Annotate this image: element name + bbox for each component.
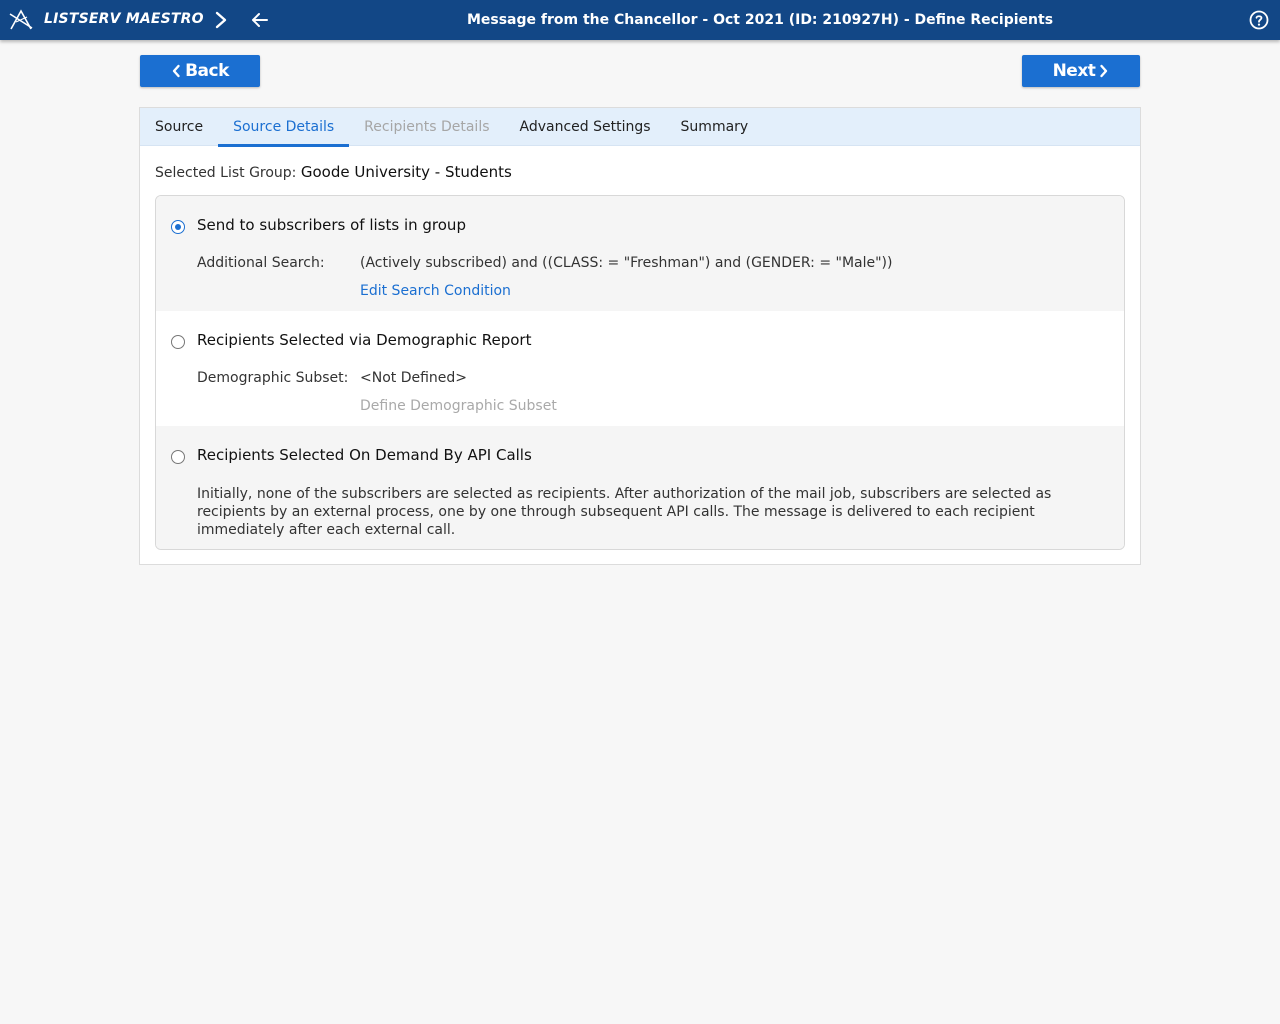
back-button[interactable]: Back bbox=[140, 55, 260, 87]
option-title[interactable]: Send to subscribers of lists in group bbox=[197, 216, 466, 234]
additional-search-value: (Actively subscribed) and ((CLASS: = "Fr… bbox=[360, 255, 893, 271]
recipient-options: Send to subscribers of lists in group Ad… bbox=[155, 195, 1125, 550]
additional-search-label: Additional Search: bbox=[197, 255, 325, 271]
option-title[interactable]: Recipients Selected via Demographic Repo… bbox=[197, 331, 531, 349]
help-circle-icon[interactable] bbox=[1249, 10, 1269, 30]
selected-list-group-label: Selected List Group: bbox=[155, 165, 297, 181]
option-api-calls: Recipients Selected On Demand By API Cal… bbox=[156, 426, 1124, 549]
next-button-label: Next bbox=[1052, 61, 1096, 81]
page-title: Message from the Chancellor - Oct 2021 (… bbox=[466, 12, 1054, 28]
back-button-label: Back bbox=[185, 61, 229, 81]
demographic-subset-label: Demographic Subset: bbox=[197, 370, 349, 386]
top-bar: LISTSERV MAESTRO Message from the Chance… bbox=[0, 0, 1280, 40]
api-calls-description: Initially, none of the subscribers are s… bbox=[197, 486, 1052, 538]
brand-name: LISTSERV MAESTRO bbox=[44, 11, 204, 27]
radio-api-calls[interactable] bbox=[171, 450, 185, 464]
maestro-logo-icon bbox=[9, 9, 33, 30]
tab-summary[interactable]: Summary bbox=[666, 108, 764, 146]
define-demographic-subset-link: Define Demographic Subset bbox=[360, 398, 557, 414]
arrow-left-icon[interactable] bbox=[250, 10, 270, 30]
next-button[interactable]: Next bbox=[1022, 55, 1140, 87]
radio-group-subscribers[interactable] bbox=[171, 220, 185, 234]
chevron-right-icon[interactable] bbox=[212, 10, 230, 30]
tab-source[interactable]: Source bbox=[140, 108, 218, 146]
tab-recipients-details: Recipients Details bbox=[364, 119, 490, 135]
tab-advanced-settings[interactable]: Advanced Settings bbox=[505, 108, 666, 146]
wizard-panel: Source Source Details Recipients Details… bbox=[139, 107, 1141, 565]
option-title[interactable]: Recipients Selected On Demand By API Cal… bbox=[197, 446, 532, 464]
wizard-tabs: Source Source Details Recipients Details… bbox=[140, 108, 1140, 147]
chevron-right-icon bbox=[1100, 64, 1108, 78]
tab-source-details[interactable]: Source Details bbox=[218, 108, 350, 147]
option-demographic-report: Recipients Selected via Demographic Repo… bbox=[156, 311, 1124, 426]
selected-list-group: Selected List Group: Goode University - … bbox=[155, 163, 512, 181]
chevron-left-icon bbox=[172, 64, 180, 78]
demographic-subset-value: <Not Defined> bbox=[360, 370, 468, 386]
selected-list-group-value: Goode University - Students bbox=[300, 163, 512, 181]
edit-search-condition-link[interactable]: Edit Search Condition bbox=[360, 283, 511, 299]
option-group-subscribers: Send to subscribers of lists in group Ad… bbox=[156, 196, 1124, 311]
radio-demographic-report[interactable] bbox=[171, 335, 185, 349]
